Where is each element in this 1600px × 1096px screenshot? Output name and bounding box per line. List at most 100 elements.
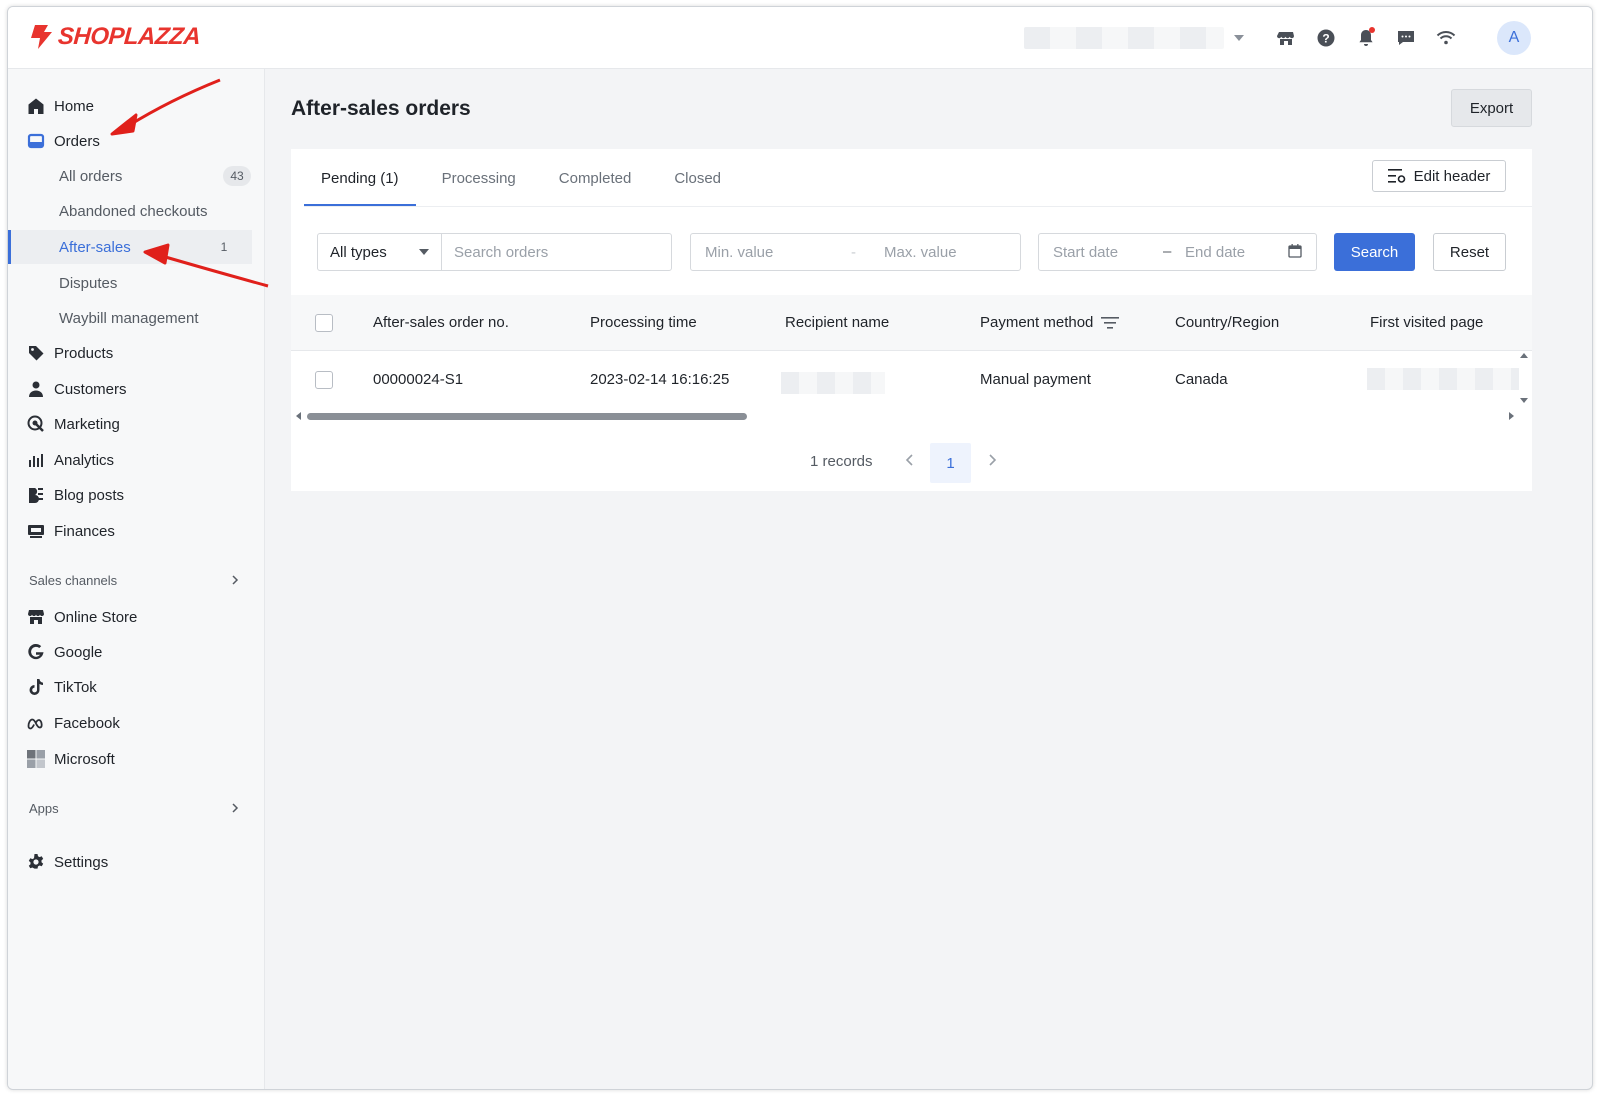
cell-first-visited-page-redacted: [1367, 368, 1519, 390]
storefront-icon: [26, 607, 46, 627]
chat-icon[interactable]: [1386, 21, 1426, 55]
count-badge: 1: [220, 240, 228, 254]
export-button[interactable]: Export: [1451, 89, 1532, 127]
column-header-country-region[interactable]: Country/Region: [1175, 314, 1279, 331]
chevron-right-icon[interactable]: [985, 451, 999, 469]
sidebar-item-label: Products: [54, 344, 114, 362]
help-icon[interactable]: ?: [1306, 21, 1346, 55]
sidebar-item-label: Blog posts: [54, 486, 125, 504]
sidebar-item-label: Finances: [54, 522, 115, 540]
sidebar-subitem-disputes[interactable]: Disputes: [8, 266, 265, 300]
sidebar-item-label: Analytics: [54, 451, 115, 469]
sidebar-subitem-label: Waybill management: [59, 309, 199, 327]
notification-dot: [1369, 27, 1375, 33]
sidebar-item-online-store[interactable]: Online Store: [8, 600, 265, 634]
column-header-first-visited-page[interactable]: First visited page: [1370, 314, 1483, 331]
tab-processing[interactable]: Processing: [425, 149, 533, 207]
sidebar-subitem-all-orders[interactable]: All orders 43: [8, 159, 265, 193]
column-header-recipient-name[interactable]: Recipient name: [785, 314, 889, 331]
orders-icon: [26, 131, 46, 151]
tab-closed[interactable]: Closed: [657, 149, 738, 207]
blog-icon: [26, 485, 46, 505]
sidebar-item-label: Online Store: [54, 608, 138, 626]
column-header-processing-time[interactable]: Processing time: [590, 314, 697, 331]
records-count: 1 records: [810, 453, 873, 470]
max-value-input[interactable]: Max. value: [884, 244, 957, 261]
sidebar-subitem-label: Abandoned checkouts: [59, 202, 208, 220]
cell-country: Canada: [1175, 371, 1228, 388]
sidebar-item-customers[interactable]: Customers: [8, 372, 265, 406]
type-select-value: All types: [330, 243, 387, 261]
reset-button[interactable]: Reset: [1433, 233, 1506, 271]
end-date-input[interactable]: End date: [1185, 244, 1245, 261]
select-all-checkbox[interactable]: [315, 314, 333, 332]
cell-order-no[interactable]: 00000024-S1: [373, 371, 463, 388]
row-checkbox[interactable]: [315, 371, 333, 389]
search-button[interactable]: Search: [1334, 233, 1415, 271]
tab-pending[interactable]: Pending (1): [304, 149, 416, 207]
sidebar-subitem-label: Disputes: [59, 274, 118, 292]
cell-recipient-name-redacted: [781, 372, 885, 394]
wifi-icon[interactable]: [1426, 21, 1466, 55]
scroll-up-icon[interactable]: [1519, 351, 1529, 359]
value-range-input: Min. value - Max. value: [690, 233, 1021, 271]
sidebar-item-marketing[interactable]: Marketing: [8, 407, 265, 441]
column-header-order-no[interactable]: After-sales order no.: [373, 314, 509, 331]
page-number-current[interactable]: 1: [930, 443, 971, 483]
bell-icon[interactable]: [1346, 21, 1386, 55]
sidebar-subitem-after-sales[interactable]: After-sales 1: [8, 230, 252, 264]
orders-card: Pending (1) Processing Completed Closed …: [291, 149, 1532, 491]
sidebar-item-analytics[interactable]: Analytics: [8, 443, 265, 477]
tab-completed[interactable]: Completed: [542, 149, 649, 207]
avatar[interactable]: A: [1497, 21, 1531, 55]
sales-channels-heading: Sales channels: [29, 573, 118, 588]
sidebar-item-label: Facebook: [54, 714, 120, 732]
scroll-left-icon[interactable]: [294, 411, 302, 421]
edit-header-button[interactable]: Edit header: [1372, 160, 1506, 192]
sidebar: Home Orders All orders 43 Abandoned chec…: [8, 69, 265, 1089]
date-range-input: Start date – End date: [1038, 233, 1317, 271]
brand-logo[interactable]: SHOPLAZZA: [28, 23, 202, 51]
sidebar-item-settings[interactable]: Settings: [8, 845, 265, 879]
chevron-left-icon[interactable]: [903, 451, 917, 469]
sidebar-item-facebook[interactable]: Facebook: [8, 706, 265, 740]
chevron-right-icon[interactable]: [230, 575, 240, 585]
sidebar-item-microsoft[interactable]: Microsoft: [8, 742, 265, 776]
sidebar-subitem-waybill-management[interactable]: Waybill management: [8, 301, 265, 335]
sidebar-item-orders[interactable]: Orders: [8, 124, 265, 158]
table-row[interactable]: 00000024-S1 2023-02-14 16:16:25 Manual p…: [291, 351, 1532, 409]
tag-icon: [26, 343, 46, 363]
calendar-icon[interactable]: [1288, 244, 1302, 258]
person-icon: [26, 379, 46, 399]
sidebar-item-label: Marketing: [54, 415, 120, 433]
sidebar-item-tiktok[interactable]: TikTok: [8, 670, 265, 704]
range-separator: -: [851, 244, 856, 261]
horizontal-scrollbar[interactable]: [307, 413, 747, 420]
start-date-input[interactable]: Start date: [1053, 244, 1118, 261]
gear-icon: [26, 852, 46, 872]
type-select[interactable]: All types: [317, 233, 442, 271]
min-value-input[interactable]: Min. value: [705, 244, 773, 261]
meta-icon: [26, 713, 46, 733]
scroll-right-icon[interactable]: [1508, 411, 1516, 421]
store-switcher[interactable]: [1024, 25, 1246, 51]
column-header-payment-method[interactable]: Payment method: [980, 314, 1120, 331]
storefront-icon[interactable]: [1266, 21, 1306, 55]
search-input[interactable]: Search orders: [441, 233, 672, 271]
apps-heading: Apps: [29, 801, 59, 816]
sidebar-subitem-abandoned-checkouts[interactable]: Abandoned checkouts: [8, 194, 265, 228]
bar-chart-icon: [26, 450, 46, 470]
brand-name: SHOPLAZZA: [57, 23, 202, 50]
page-title: After-sales orders: [291, 97, 471, 120]
sidebar-item-finances[interactable]: Finances: [8, 514, 265, 548]
sidebar-item-home[interactable]: Home: [8, 89, 265, 123]
sidebar-item-google[interactable]: Google: [8, 635, 265, 669]
marketing-icon: [26, 414, 46, 434]
cell-payment-method: Manual payment: [980, 371, 1091, 388]
chevron-right-icon[interactable]: [230, 803, 240, 813]
sidebar-item-blog-posts[interactable]: Blog posts: [8, 478, 265, 512]
scroll-down-icon[interactable]: [1519, 397, 1529, 405]
sidebar-item-products[interactable]: Products: [8, 336, 265, 370]
filter-icon[interactable]: [1101, 316, 1120, 330]
svg-text:?: ?: [1322, 32, 1329, 46]
